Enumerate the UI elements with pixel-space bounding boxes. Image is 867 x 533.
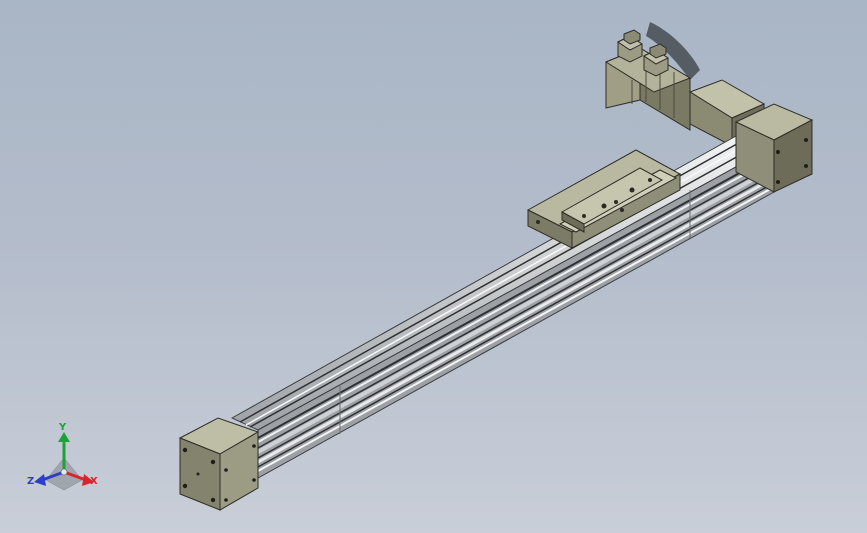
triad-y-label: Y [59, 422, 67, 433]
z-axis-arrow-icon [34, 474, 46, 486]
orientation-triad[interactable] [34, 432, 94, 491]
cad-graphics-viewport[interactable]: Y X Z [0, 0, 867, 533]
y-axis-arrow-icon [58, 432, 70, 442]
near-end-cap[interactable] [178, 417, 260, 511]
aluminum-profile-rail[interactable] [230, 135, 776, 479]
triad-z-label: Z [27, 476, 35, 487]
triad-x-label: X [90, 476, 98, 487]
linear-actuator-model[interactable] [0, 0, 867, 533]
